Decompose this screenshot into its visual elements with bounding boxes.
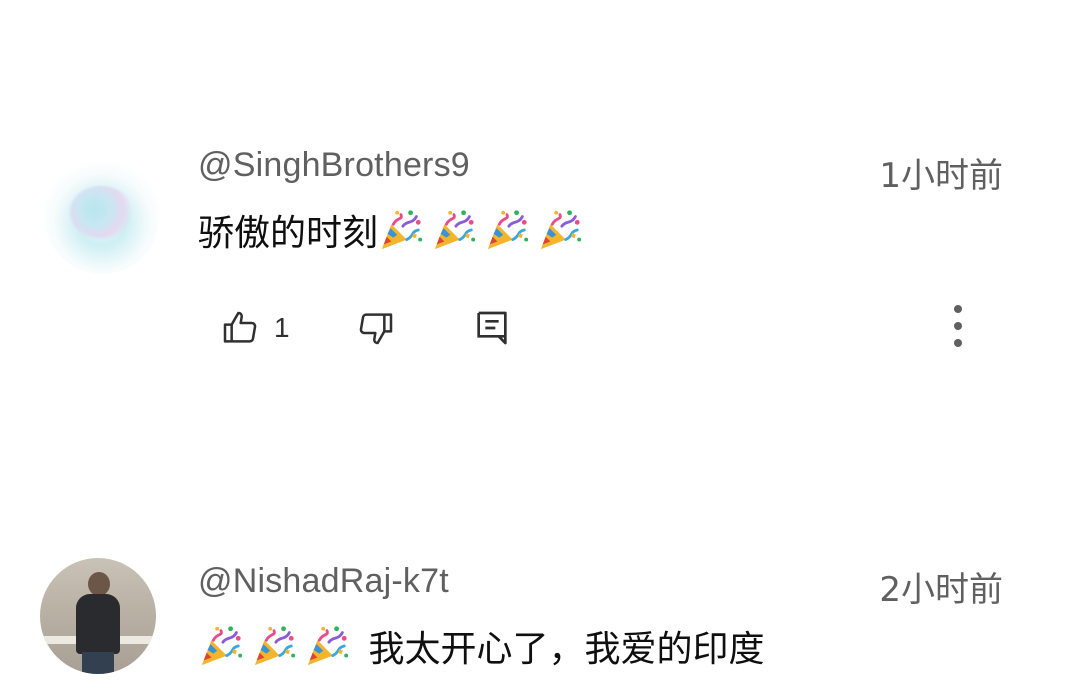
comment-timestamp: 1小时前 — [879, 156, 1003, 196]
avatar-person-legs — [82, 652, 114, 674]
more-options-button[interactable] — [942, 305, 974, 350]
comment-body: 骄傲的时刻 — [198, 213, 379, 254]
reply-comment-icon — [477, 311, 507, 345]
party-popper-icon — [431, 207, 477, 253]
avatar-person-torso — [76, 594, 120, 654]
avatar-watercolor — [70, 186, 132, 238]
thumbs-down-icon — [359, 313, 393, 345]
more-vertical-icon — [954, 305, 962, 347]
thumbs-up-icon — [223, 311, 257, 343]
party-popper-icon — [251, 623, 297, 669]
comment-item: @NishadRaj-k7t 2小时前 我太开心了，我爱的印度 — [0, 520, 1071, 696]
avatar-person-head — [88, 572, 110, 596]
party-popper-icon — [304, 623, 350, 669]
like-button[interactable]: 1 — [220, 306, 290, 350]
party-popper-icon — [537, 207, 583, 253]
comment-item: @SinghBrothers9 1小时前 骄傲的时刻 1 — [0, 0, 1071, 420]
like-count: 1 — [274, 312, 290, 343]
party-popper-icon — [484, 207, 530, 253]
comment-username[interactable]: @SinghBrothers9 — [198, 146, 470, 185]
comment-text: 我太开心了，我爱的印度 — [198, 620, 764, 672]
party-popper-icon — [198, 623, 244, 669]
comment-actions: 1 — [220, 305, 980, 350]
avatar[interactable] — [44, 158, 160, 274]
comment-body: 我太开心了，我爱的印度 — [368, 629, 765, 670]
reply-button[interactable] — [472, 306, 512, 350]
party-popper-icon — [378, 207, 424, 253]
comment-timestamp: 2小时前 — [879, 570, 1003, 610]
avatar[interactable] — [40, 558, 156, 674]
comment-text: 骄傲的时刻 — [198, 204, 590, 256]
dislike-button[interactable] — [356, 306, 396, 350]
comment-username[interactable]: @NishadRaj-k7t — [198, 562, 449, 601]
